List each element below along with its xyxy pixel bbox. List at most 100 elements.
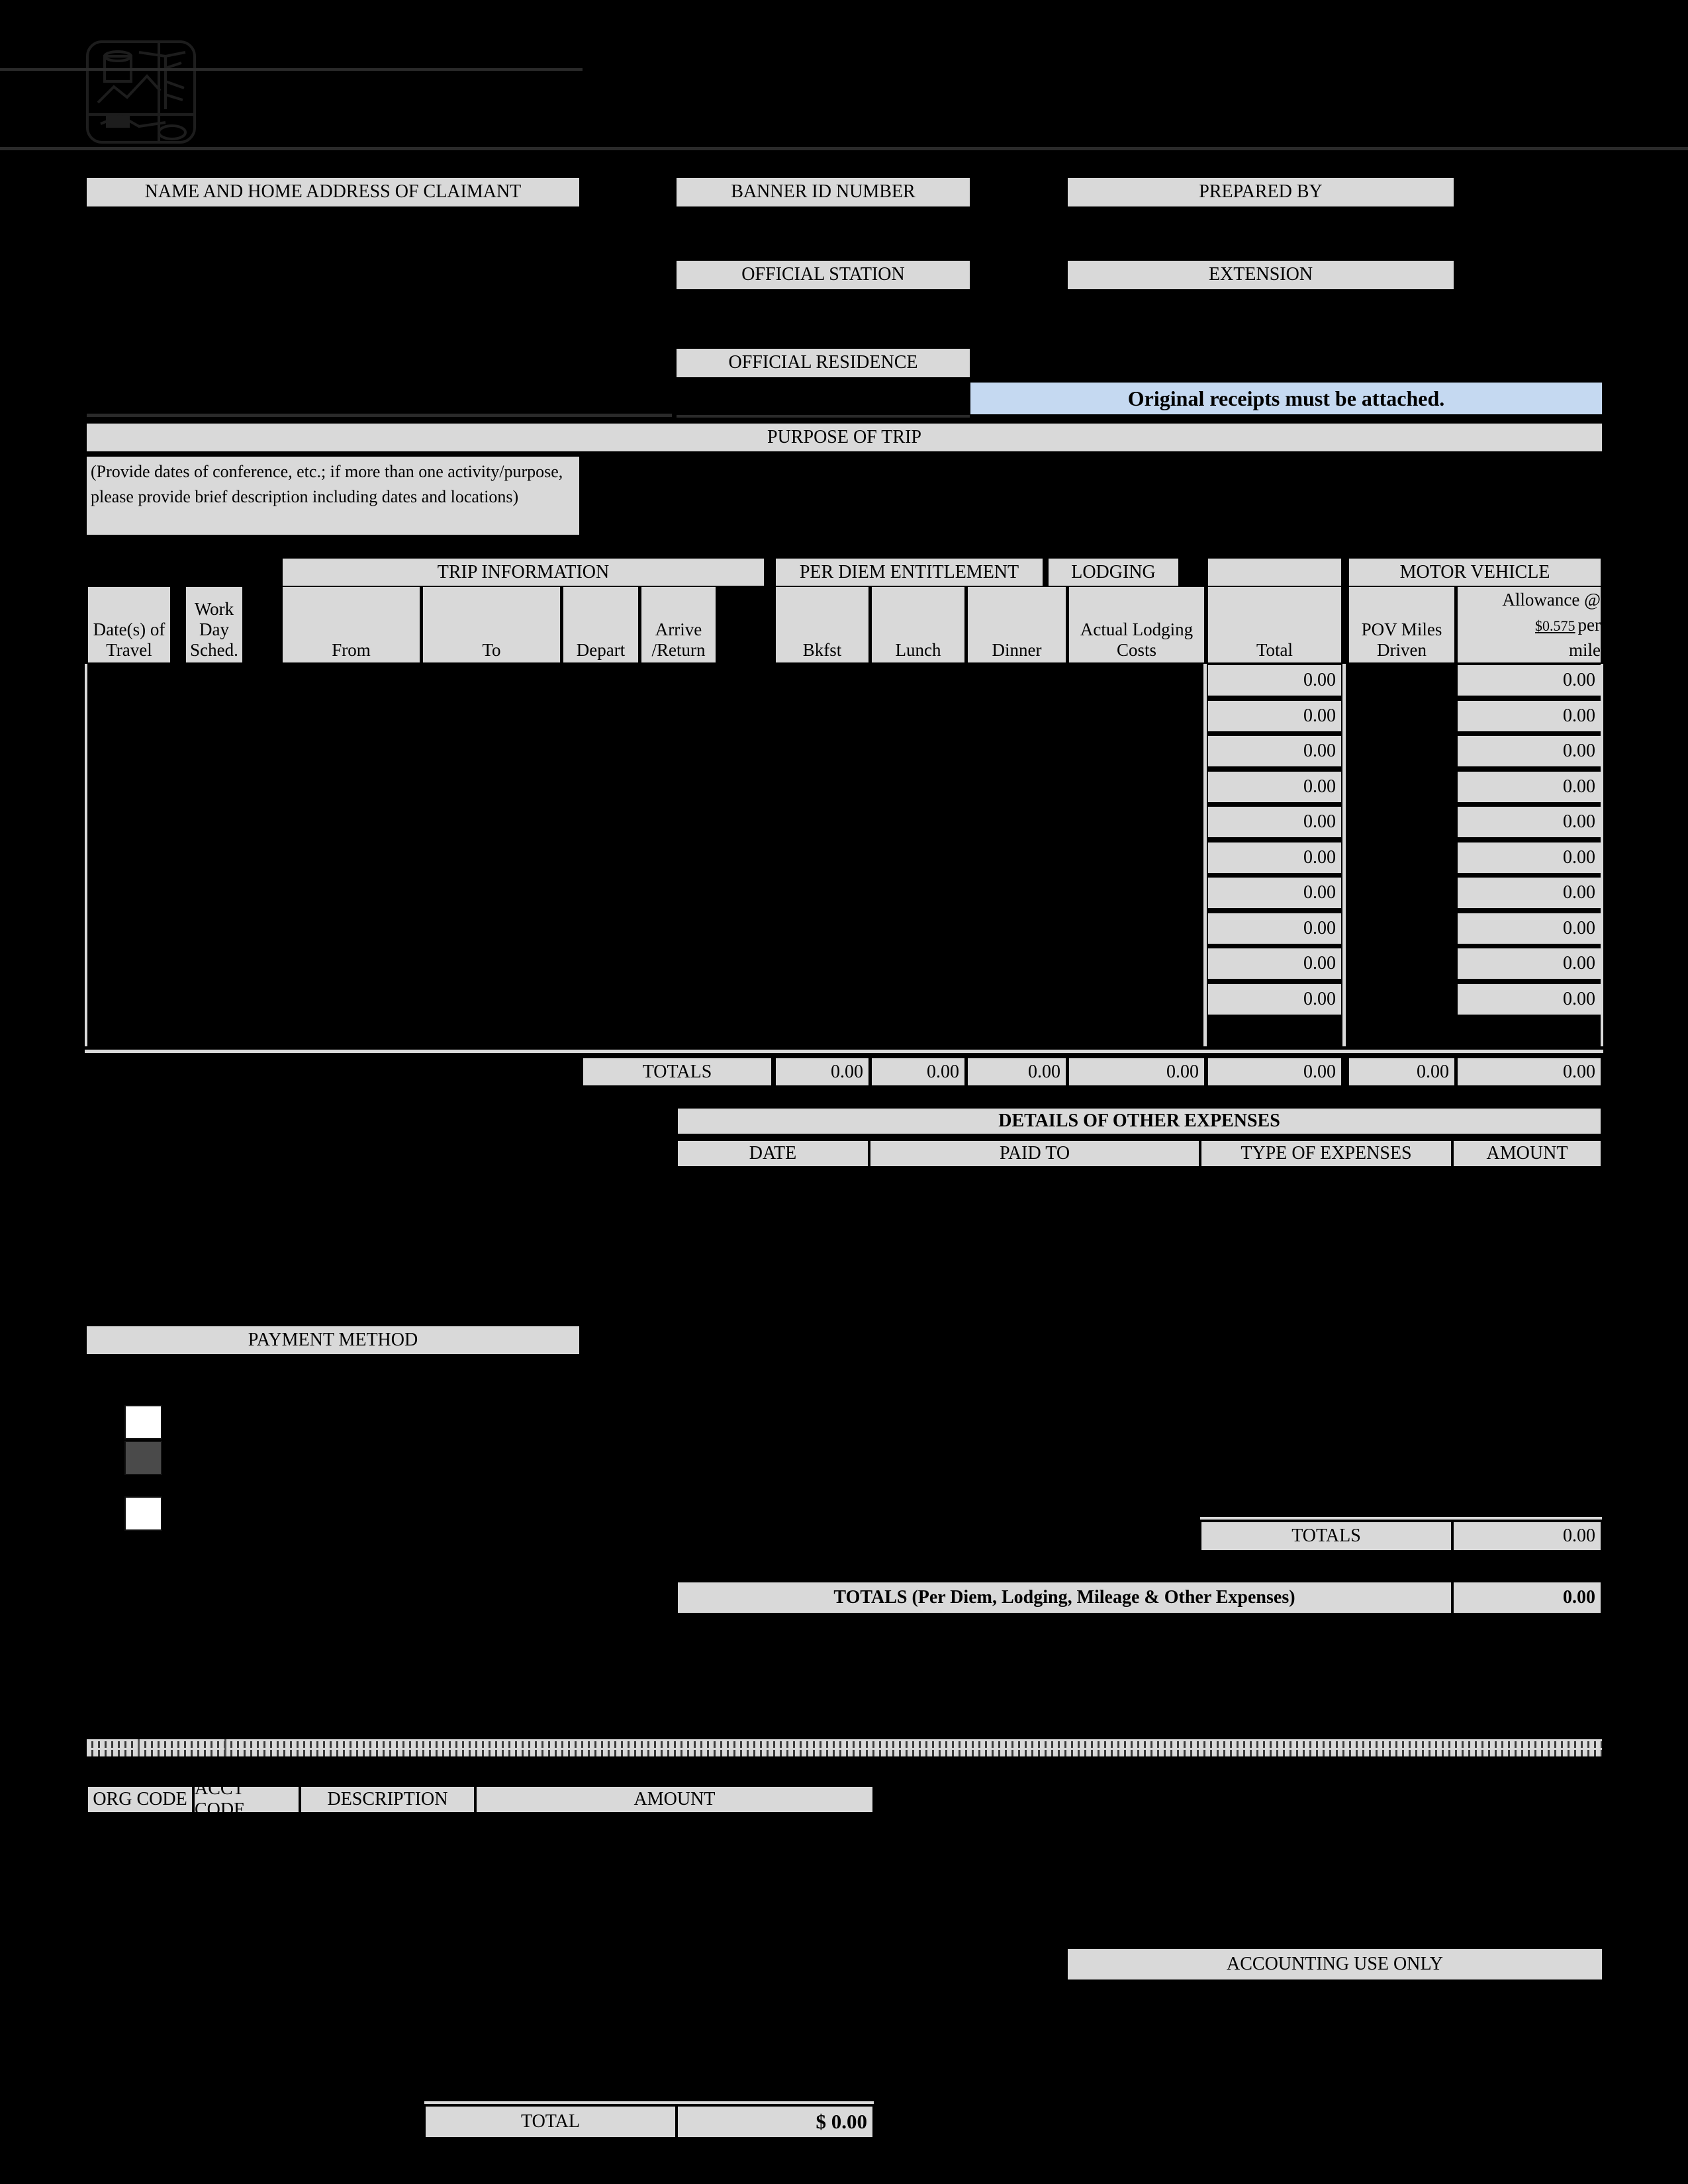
column-header-depart: Depart xyxy=(562,586,639,664)
column-header-actual-lodging-costs-text: Actual Lodging Costs xyxy=(1080,619,1194,660)
main-table-row-allowance: 0.00 xyxy=(1456,700,1602,733)
hatch-divider-2 xyxy=(224,1739,226,1756)
accounting-hatched-divider xyxy=(87,1739,1602,1756)
main-totals-lodging: 0.00 xyxy=(1068,1057,1205,1087)
accounting-col-description: DESCRIPTION xyxy=(300,1786,475,1813)
column-header-arrive-return-text: Arrive /Return xyxy=(651,619,706,660)
header-rule-bottom xyxy=(0,147,1688,150)
final-total-top-rule xyxy=(424,2101,874,2104)
other-expenses-totals-label: TOTALS xyxy=(1200,1521,1452,1551)
payment-method-heading: PAYMENT METHOD xyxy=(87,1326,579,1354)
column-header-to-text: To xyxy=(482,639,501,660)
main-table-row-allowance: 0.00 xyxy=(1456,805,1602,839)
total-column-left-rule xyxy=(1203,664,1207,1046)
group-header-per-diem: PER DIEM ENTITLEMENT xyxy=(774,557,1044,587)
accounting-col-amount: AMOUNT xyxy=(475,1786,874,1813)
main-table-row-total: 0.00 xyxy=(1207,735,1342,768)
grand-totals-amount: 0.00 xyxy=(1452,1581,1602,1614)
main-totals-pov-miles: 0.00 xyxy=(1348,1057,1456,1087)
column-header-lunch-text: Lunch xyxy=(895,639,941,660)
accounting-col-acct-code: ACCT CODE xyxy=(193,1778,300,1820)
column-header-work-day-sched: Work Day Sched. xyxy=(185,586,244,664)
grand-totals-label: TOTALS (Per Diem, Lodging, Mileage & Oth… xyxy=(677,1581,1452,1614)
group-header-motor-vehicle: MOTOR VEHICLE xyxy=(1348,557,1602,587)
column-header-arrive-return: Arrive /Return xyxy=(640,586,717,664)
total-column-right-rule xyxy=(1342,664,1346,1046)
main-table-row-total: 0.00 xyxy=(1207,770,1342,803)
main-table-row-allowance: 0.00 xyxy=(1456,841,1602,874)
accounting-col-org-code: ORG CODE xyxy=(87,1786,193,1813)
official-residence-label: OFFICIAL RESIDENCE xyxy=(677,349,970,377)
column-header-dinner: Dinner xyxy=(966,586,1067,664)
column-header-pov-miles-driven: POV Miles Driven xyxy=(1348,586,1456,664)
main-table-row-total: 0.00 xyxy=(1207,983,1342,1016)
main-table-row-allowance: 0.00 xyxy=(1456,770,1602,803)
main-table-row-total: 0.00 xyxy=(1207,841,1342,874)
column-header-bkfst-text: Bkfst xyxy=(802,639,842,660)
receipts-notice: Original receipts must be attached. xyxy=(970,383,1602,414)
main-table-row-total: 0.00 xyxy=(1207,664,1342,697)
main-table-row-allowance: 0.00 xyxy=(1456,912,1602,945)
table-left-edge-rule xyxy=(85,664,87,1046)
payment-method-checkbox-3[interactable] xyxy=(124,1496,162,1531)
main-table-row-total: 0.00 xyxy=(1207,947,1342,980)
totals-row-separator xyxy=(85,1050,1603,1053)
purpose-of-trip-heading: PURPOSE OF TRIP xyxy=(87,424,1602,451)
main-table-row-allowance: 0.00 xyxy=(1456,947,1602,980)
main-table-row-total: 0.00 xyxy=(1207,876,1342,909)
hatch-divider-1 xyxy=(138,1739,140,1756)
extension-label: EXTENSION xyxy=(1068,261,1454,289)
name-field-underline xyxy=(87,414,672,417)
residence-field-underline xyxy=(677,415,970,418)
main-table-row-total: 0.00 xyxy=(1207,912,1342,945)
name-and-address-label: NAME AND HOME ADDRESS OF CLAIMANT xyxy=(87,178,579,206)
purpose-of-trip-note: (Provide dates of conference, etc.; if m… xyxy=(87,457,579,535)
main-totals-bkfst: 0.00 xyxy=(774,1057,870,1087)
main-table-row-total: 0.00 xyxy=(1207,700,1342,733)
column-header-pov-miles-driven-text: POV Miles Driven xyxy=(1361,619,1442,660)
main-totals-dinner: 0.00 xyxy=(966,1057,1067,1087)
other-totals-top-rule xyxy=(1200,1517,1602,1520)
official-station-label: OFFICIAL STATION xyxy=(677,261,970,289)
column-header-to: To xyxy=(422,586,561,664)
main-totals-label: TOTALS xyxy=(582,1057,773,1087)
allowance-unit-text: mile xyxy=(1569,639,1601,660)
payment-method-checkbox-1[interactable] xyxy=(124,1405,162,1439)
other-expenses-heading: DETAILS OF OTHER EXPENSES xyxy=(677,1107,1602,1135)
group-header-trip-information: TRIP INFORMATION xyxy=(281,557,765,587)
column-header-from: From xyxy=(281,586,421,664)
other-expenses-col-paid-to: PAID TO xyxy=(869,1140,1200,1167)
table-right-edge-rule xyxy=(1601,664,1603,1046)
column-header-lunch: Lunch xyxy=(870,586,966,664)
other-expenses-col-type: TYPE OF EXPENSES xyxy=(1200,1140,1452,1167)
allowance-rate-value: $0.575 xyxy=(1535,617,1575,634)
column-header-work-day-sched-text: Work Day Sched. xyxy=(190,598,238,660)
main-totals-lunch: 0.00 xyxy=(870,1057,966,1087)
payment-method-checkbox-2[interactable] xyxy=(124,1441,162,1475)
accounting-use-only-heading: ACCOUNTING USE ONLY xyxy=(1068,1949,1602,1979)
header-rule-top xyxy=(0,68,583,71)
final-total-label: TOTAL xyxy=(424,2105,677,2138)
main-table-row-allowance: 0.00 xyxy=(1456,876,1602,909)
column-header-total: Total xyxy=(1207,586,1342,664)
column-header-depart-text: Depart xyxy=(576,639,626,660)
other-expenses-col-amount: AMOUNT xyxy=(1452,1140,1602,1167)
final-total-amount: $ 0.00 xyxy=(677,2105,874,2138)
column-header-bkfst: Bkfst xyxy=(774,586,870,664)
main-totals-total: 0.00 xyxy=(1207,1057,1342,1087)
main-totals-allowance: 0.00 xyxy=(1456,1057,1602,1087)
main-table-row-allowance: 0.00 xyxy=(1456,735,1602,768)
allowance-suffix-text: per xyxy=(1577,614,1601,635)
column-header-total-text: Total xyxy=(1256,639,1293,660)
other-expenses-totals-amount: 0.00 xyxy=(1452,1521,1602,1551)
column-header-dates-of-travel-text: Date(s) of Travel xyxy=(93,619,165,660)
column-header-dinner-text: Dinner xyxy=(992,639,1042,660)
column-header-dates-of-travel: Date(s) of Travel xyxy=(87,586,171,664)
column-header-from-text: From xyxy=(332,639,371,660)
group-header-lodging: LODGING xyxy=(1047,557,1180,587)
column-header-allowance: Allowance @ $0.575 per mile xyxy=(1456,586,1602,664)
allowance-prefix-text: Allowance @ xyxy=(1502,590,1601,610)
main-table-row-total: 0.00 xyxy=(1207,805,1342,839)
column-header-actual-lodging-costs: Actual Lodging Costs xyxy=(1068,586,1205,664)
university-seal-logo xyxy=(73,30,212,149)
